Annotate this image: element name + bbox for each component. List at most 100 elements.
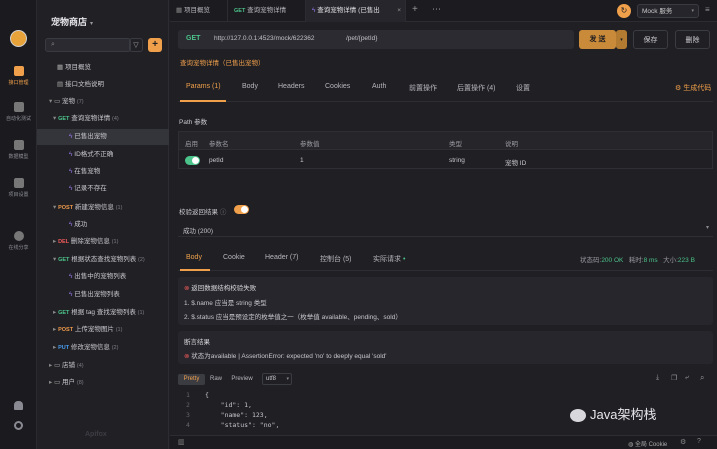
error-icon: ⊗ xyxy=(184,353,190,360)
active-tab-indicator xyxy=(180,100,226,102)
tree-api-find-by-tag[interactable]: ▸ GET 根据 tag 查找宠物列表 (1) xyxy=(37,305,169,321)
tree-api-put-pet[interactable]: ▸ PUT 修改宠物信息 (2) xyxy=(37,340,169,356)
chevron-down-icon: ▾ xyxy=(705,225,709,231)
tab-params[interactable]: Params (1) xyxy=(186,83,221,90)
tree-api-post-pet[interactable]: ▾ POST 新建宠物信息 (1) xyxy=(37,200,169,216)
resp-tab-body[interactable]: Body xyxy=(186,254,202,261)
sidebar-search-input[interactable]: ⌕ xyxy=(45,38,131,52)
tree-case-success[interactable]: ϟ 成功 xyxy=(37,217,169,233)
tree-case-on-sale-list[interactable]: ϟ 出售中的宠物列表 xyxy=(37,269,169,285)
rail-item-auto-test[interactable]: 自动化测试 xyxy=(0,102,37,122)
search-icon[interactable]: ⌕ xyxy=(700,373,704,383)
code-icon: ⚙ xyxy=(675,85,682,92)
filter-button[interactable]: ▽ xyxy=(129,38,143,52)
resp-tab-actual[interactable]: 实际请求 • xyxy=(373,254,405,264)
cookie-button[interactable]: ◍ 全局 Cookie xyxy=(628,439,667,448)
more-icon[interactable]: ⋯ xyxy=(432,4,441,15)
tree-folder-store[interactable]: ▸ ▭ 店铺 (4) xyxy=(37,358,169,374)
validate-select[interactable]: 成功 (200) ▾ xyxy=(178,220,713,237)
grid-icon: ▦ xyxy=(57,64,64,71)
tree-case-not-found[interactable]: ϟ 记录不存在 xyxy=(37,181,169,197)
tab-pre-ops[interactable]: 前置操作 xyxy=(409,83,437,93)
case-name[interactable]: 查询宠物详情（已售出宠物） xyxy=(180,57,265,67)
rail-item-settings[interactable]: 项目设置 xyxy=(0,178,37,198)
method-select[interactable]: GET xyxy=(186,35,200,42)
layout-icon[interactable]: ▥ xyxy=(178,438,185,446)
tree-folder-user[interactable]: ▸ ▭ 用户 (8) xyxy=(37,375,169,391)
url-bar[interactable]: GET http://127.0.0.1:4523/mock/622362 /p… xyxy=(178,30,574,49)
user-avatar[interactable] xyxy=(10,30,27,47)
rail-item-share[interactable]: 在线分享 xyxy=(0,231,37,251)
gen-code-link[interactable]: ⚙ 生成代码 xyxy=(675,83,711,93)
tab-post-ops[interactable]: 后置操作 (4) xyxy=(457,83,496,93)
resp-tab-cookie[interactable]: Cookie xyxy=(223,254,245,261)
add-button[interactable]: + xyxy=(148,38,162,52)
tree-case-sold[interactable]: ϟ 已售出宠物 xyxy=(37,129,169,145)
resp-status: 状态码:200 OK 耗时:8 ms 大小:223 B xyxy=(580,257,695,264)
bell-icon[interactable] xyxy=(14,401,23,410)
tree-api-upload-image[interactable]: ▸ POST 上传宠物图片 (1) xyxy=(37,322,169,338)
tree-case-on-sale[interactable]: ϟ 在售宠物 xyxy=(37,164,169,180)
tree-item-doc[interactable]: ▤ 接口文档说明 xyxy=(37,77,169,93)
code-line: 2 xyxy=(186,401,190,409)
validate-toggle[interactable] xyxy=(234,205,249,214)
encoding-select[interactable]: utf8 ▾ xyxy=(262,373,292,385)
send-options-button[interactable]: ▾ xyxy=(616,30,627,49)
plus-icon: + xyxy=(152,39,158,50)
caret-right-icon: ▸ xyxy=(53,326,57,333)
wrap-icon[interactable]: ⤶ xyxy=(685,374,689,382)
path-input[interactable]: /pet/{petId} xyxy=(346,35,377,42)
close-icon[interactable]: × xyxy=(397,0,401,22)
validation-error-panel: ⊗ 返回数据结构校验失败 1. $.name 应当是 string 类型 2. … xyxy=(178,277,713,325)
delete-button[interactable]: 删除 xyxy=(675,30,710,49)
resp-tab-header[interactable]: Header (7) xyxy=(265,254,298,261)
tab-headers[interactable]: Headers xyxy=(278,83,304,90)
tree-api-del-pet[interactable]: ▸ DEL 删除宠物信息 (1) xyxy=(37,234,169,250)
tab-auth[interactable]: Auth xyxy=(372,83,386,90)
resp-tab-console[interactable]: 控制台 (5) xyxy=(320,254,352,264)
gear-icon[interactable] xyxy=(14,421,23,430)
mode-pretty[interactable]: Pretty xyxy=(178,374,205,385)
rail-item-api[interactable]: 接口管理 xyxy=(0,66,37,86)
param-value[interactable]: 1 xyxy=(300,157,304,164)
rail-item-data-model[interactable]: 数据模型 xyxy=(0,140,37,160)
send-button[interactable]: 发 送 xyxy=(579,30,616,49)
tree-api-get-pet[interactable]: ▾ GET 查询宠物详情 (4) xyxy=(37,111,169,127)
tree-case-bad-id[interactable]: ϟ ID格式不正确 xyxy=(37,147,169,163)
tab-get-pet[interactable]: GET 查询宠物详情 xyxy=(228,0,306,22)
tab-body[interactable]: Body xyxy=(242,83,258,90)
project-title[interactable]: 宠物商店 ▾ xyxy=(51,15,93,28)
refresh-button[interactable]: ↻ xyxy=(617,4,631,18)
menu-icon[interactable]: ≡ xyxy=(705,5,710,14)
param-name[interactable]: petId xyxy=(209,157,223,164)
info-icon: ⓘ xyxy=(219,209,227,216)
help-icon[interactable]: ? xyxy=(697,438,701,445)
validation-error-item: 2. $.status 应当是预设定的枚举值之一（枚举值 available、p… xyxy=(184,314,402,321)
env-select[interactable]: Mock 服务 ▾ xyxy=(637,4,699,18)
tab-settings[interactable]: 设置 xyxy=(516,83,530,93)
tab-cookies[interactable]: Cookies xyxy=(325,83,350,90)
tab-overview[interactable]: ▦ 项目概览 xyxy=(170,0,228,22)
tree-api-find-by-status[interactable]: ▾ GET 根据状态查找宠物列表 (2) xyxy=(37,252,169,268)
download-icon[interactable]: ⤓ xyxy=(656,374,659,382)
tree-case-sold-list[interactable]: ϟ 已售出宠物列表 xyxy=(37,287,169,303)
bolt-icon: ϟ xyxy=(69,168,73,175)
bolt-icon: ϟ xyxy=(69,221,73,228)
mode-raw[interactable]: Raw xyxy=(206,374,226,385)
tab-bar: ▦ 项目概览 GET 查询宠物详情 ϟ 查询宠物详情 (已售出 × + ⋯ ↻ … xyxy=(170,0,717,22)
enable-toggle[interactable] xyxy=(185,156,200,165)
save-button[interactable]: 保存 xyxy=(633,30,668,49)
param-desc[interactable]: 宠物 ID xyxy=(505,157,526,167)
mode-preview[interactable]: Preview xyxy=(227,374,257,385)
copy-icon[interactable]: ❐ xyxy=(671,374,677,382)
grid-icon: ▦ xyxy=(176,7,183,14)
resp-active-indicator xyxy=(180,269,210,271)
apifox-logo: Apifox xyxy=(85,431,107,438)
caret-right-icon: ▸ xyxy=(53,344,57,351)
settings-icon[interactable]: ⚙ xyxy=(680,438,686,446)
tree-item-overview[interactable]: ▦ 项目概览 xyxy=(37,60,169,76)
new-tab-button[interactable]: + xyxy=(412,4,418,15)
tree-folder-pet[interactable]: ▾ ▭ 宠物 (7) xyxy=(37,94,169,110)
tab-case-sold[interactable]: ϟ 查询宠物详情 (已售出 × xyxy=(306,0,406,22)
param-type[interactable]: string xyxy=(449,157,465,164)
